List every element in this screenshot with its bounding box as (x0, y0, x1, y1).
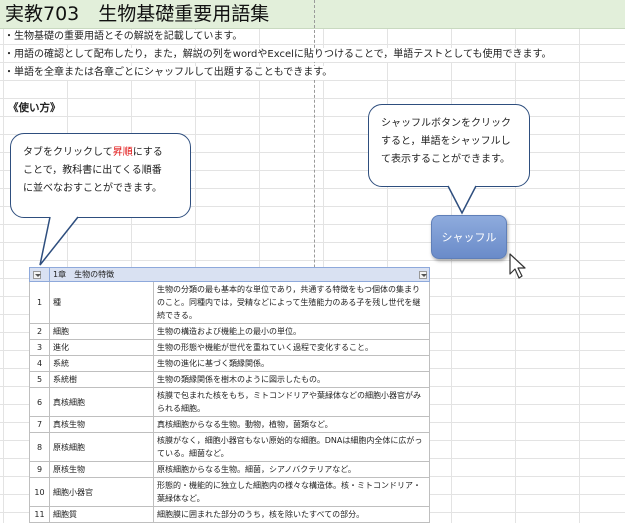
description-cell[interactable]: 細胞膜に囲まれた部分のうち，核を除いたすべての部分。 (153, 506, 430, 523)
row-number[interactable]: 11 (29, 506, 50, 523)
table-row: 2 細胞 生物の構造および機能上の最小の単位。 (29, 323, 430, 340)
row-number[interactable]: 3 (29, 339, 50, 356)
row-number[interactable]: 7 (29, 416, 50, 433)
table-row: 10 細胞小器官 形態的・機能的に独立した細胞内の様々な構造体。核・ミトコンドリア・… (29, 477, 430, 507)
row-number[interactable]: 5 (29, 371, 50, 388)
table-row: 11 細胞質 細胞膜に囲まれた部分のうち，核を除いたすべての部分。 (29, 506, 430, 523)
glossary-table: 1章 生物の特徴 1 種生物の分類の最も基本的な単位であり，共通する特徴をもつ個体… (29, 267, 430, 523)
term-cell[interactable]: 進化 (49, 339, 154, 356)
chevron-down-icon[interactable] (419, 271, 427, 279)
term-cell[interactable]: 系統 (49, 355, 154, 372)
description-cell[interactable]: 形態的・機能的に独立した細胞内の様々な構造体。核・ミトコンドリア・葉緑体など。 (153, 477, 430, 507)
shuffle-button[interactable]: シャッフル (431, 215, 507, 259)
row-number[interactable]: 6 (29, 387, 50, 417)
row-number[interactable]: 1 (29, 281, 50, 324)
term-cell[interactable]: 真核細胞 (49, 387, 154, 417)
term-cell[interactable]: 真核生物 (49, 416, 154, 433)
description-cell[interactable]: 生物の進化に基づく類縁関係。 (153, 355, 430, 372)
row-number[interactable]: 8 (29, 432, 50, 462)
row-number[interactable]: 9 (29, 461, 50, 478)
description-cell[interactable]: 原核細胞からなる生物。細菌，シアノバクテリアなど。 (153, 461, 430, 478)
term-cell[interactable]: 細胞 (49, 323, 154, 340)
chapter-header: 1章 生物の特徴 (49, 267, 430, 282)
table-row: 3 進化 生物の形態や機能が世代を重ねていく過程で変化すること。 (29, 339, 430, 356)
sort-filter-header[interactable] (29, 267, 50, 282)
table-row: 1 種生物の分類の最も基本的な単位であり，共通する特徴をもつ個体の集まりのこと。同… (29, 281, 430, 324)
description-cell[interactable]: 生物の類縁関係を樹木のように図示したもの。 (153, 371, 430, 388)
term-cell[interactable]: 系統樹 (49, 371, 154, 388)
description-cell[interactable]: 生物の形態や機能が世代を重ねていく過程で変化すること。 (153, 339, 430, 356)
sort-filter-icon[interactable] (33, 270, 41, 279)
term-cell[interactable]: 細胞小器官 (49, 477, 154, 507)
mouse-pointer-icon (509, 253, 526, 279)
description-cell[interactable]: 生物の分類の最も基本的な単位であり，共通する特徴をもつ個体の集まりのこと。同種内… (153, 281, 430, 324)
row-number[interactable]: 10 (29, 477, 50, 507)
table-row: 7 真核生物 真核細胞からなる生物。動物，植物，菌類など。 (29, 416, 430, 433)
chapter-header-label: 1章 生物の特徴 (53, 270, 115, 279)
table-row: 5 系統樹 生物の類縁関係を樹木のように図示したもの。 (29, 371, 430, 388)
table-row: 4 系統 生物の進化に基づく類縁関係。 (29, 355, 430, 372)
table-header-row: 1章 生物の特徴 (29, 267, 430, 282)
term-cell[interactable]: 種 (49, 281, 154, 324)
table-row: 9 原核生物 原核細胞からなる生物。細菌，シアノバクテリアなど。 (29, 461, 430, 478)
term-cell[interactable]: 細胞質 (49, 506, 154, 523)
term-cell[interactable]: 原核細胞 (49, 432, 154, 462)
description-cell[interactable]: 核膜がなく，細胞小器官もない原始的な細胞。DNAは細胞内全体に広がっている。細菌… (153, 432, 430, 462)
description-cell[interactable]: 真核細胞からなる生物。動物，植物，菌類など。 (153, 416, 430, 433)
row-number[interactable]: 4 (29, 355, 50, 372)
table-row: 8 原核細胞 核膜がなく，細胞小器官もない原始的な細胞。DNAは細胞内全体に広がって… (29, 432, 430, 462)
row-number[interactable]: 2 (29, 323, 50, 340)
table-row: 6 真核細胞 核膜で包まれた核をもち，ミトコンドリアや葉緑体などの細胞小器官がみられ… (29, 387, 430, 417)
term-cell[interactable]: 原核生物 (49, 461, 154, 478)
description-cell[interactable]: 生物の構造および機能上の最小の単位。 (153, 323, 430, 340)
description-cell[interactable]: 核膜で包まれた核をもち，ミトコンドリアや葉緑体などの細胞小器官がみられる細胞。 (153, 387, 430, 417)
